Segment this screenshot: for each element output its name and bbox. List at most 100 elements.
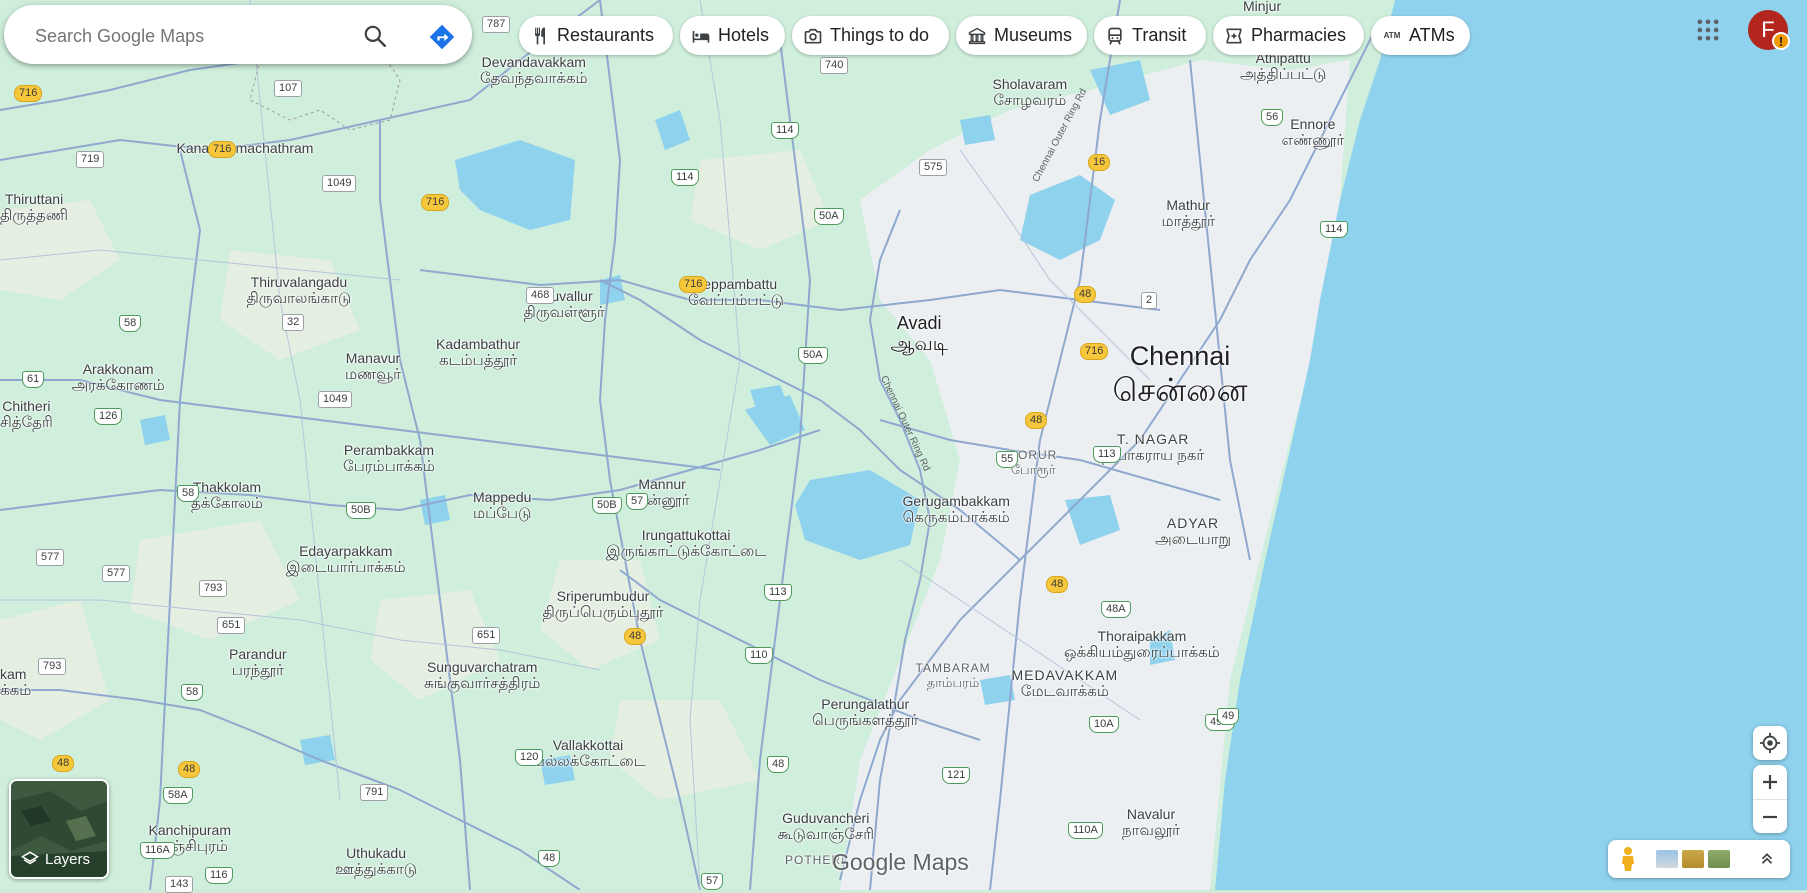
place-label: kam க்கம் [0,666,32,700]
route-shield: 113 [764,584,792,601]
chip-transit[interactable]: Transit [1094,16,1206,55]
route-shield: 575 [919,159,948,176]
pegman-icon[interactable] [1618,846,1638,877]
route-shield: 793 [199,580,228,597]
route-shield: 48A [1101,601,1131,618]
place-label: Mappedu மப்பேடு [473,489,532,523]
search-icon[interactable] [362,23,388,49]
terrain-thumbnail[interactable] [1656,850,1678,868]
route-shield: 2 [1141,292,1158,309]
place-label: Guduvancheri கூடுவாஞ்சேரி [777,810,875,844]
chip-museums[interactable]: Museums [956,16,1087,55]
zoom-in-button[interactable] [1753,765,1787,799]
account-alert-badge: ! [1772,32,1790,50]
route-shield: 58 [119,315,142,332]
place-label: Uthukadu ஊத்துக்காடு [335,845,418,879]
layers-button[interactable]: Layers [9,779,109,879]
route-shield: 114 [1320,221,1348,238]
crosshair-icon [1759,732,1781,754]
chip-pharmacies[interactable]: Pharmacies [1213,16,1364,55]
place-label: Parandur பரந்தூர் [229,646,287,680]
minus-icon [1763,815,1777,818]
place-label: Perungalathur பெருங்களத்தூர் [812,696,919,730]
chip-label: Restaurants [557,25,655,45]
place-label: Edayarpakkam இடையார்பாக்கம் [286,543,406,577]
satellite-mini-thumbnail[interactable] [1708,850,1730,868]
plus-icon [1763,775,1777,789]
fork-knife-icon [529,25,551,47]
place-label: TAMBARAM தாம்பரம் [915,661,991,690]
route-shield: 114 [771,122,799,139]
place-label: Thakkolam தக்கோலம் [191,479,263,513]
zoom-out-button[interactable] [1753,799,1787,833]
chip-label: Museums [994,25,1073,45]
route-shield: 56 [1261,109,1284,126]
route-shield: 716 [208,141,237,158]
map-canvas[interactable] [0,0,1807,890]
route-shield: 110A [1068,822,1103,839]
layers-icon [21,851,39,865]
place-label: Kanakammachathram [176,140,314,156]
route-shield: 16 [1088,154,1111,171]
route-shield: 1049 [322,175,357,192]
chip-atms[interactable]: ATM ATMs [1371,16,1470,55]
layers-label-row: Layers [21,850,90,868]
route-shield: 58 [177,485,200,502]
place-label: Arakkonam அரக்கோணம் [71,361,165,395]
zoom-control [1753,765,1787,833]
route-shield: 116 [205,867,233,884]
pharmacy-icon [1223,25,1245,47]
museum-icon [966,25,988,47]
route-shield: 48 [1046,576,1069,593]
route-shield: 49 [1217,708,1240,725]
route-shield: 50A [798,347,828,364]
route-shield: 577 [102,565,131,582]
place-label: Kadambathur கடம்பத்தூர் [436,336,521,370]
route-shield: 55 [996,451,1019,468]
route-shield: 61 [22,371,45,388]
route-shield: 787 [482,16,511,33]
place-label: Navalur நாவலூர் [1122,806,1181,840]
chip-label: Hotels [718,25,770,45]
chip-hotels[interactable]: Hotels [680,16,785,55]
layers-label: Layers [45,850,91,868]
route-shield: 48 [767,756,790,773]
route-shield: 48 [538,850,561,867]
expand-up-icon[interactable] [1758,849,1776,872]
route-shield: 48 [178,761,201,778]
place-label: Perambakkam பேரம்பாக்கம் [343,442,435,476]
route-shield: 740 [820,57,849,74]
route-shield: 126 [94,408,123,425]
route-shield: 10A [1089,716,1119,733]
traffic-thumbnail[interactable] [1682,850,1704,868]
place-label: Sholavaram சோழவரம் [992,76,1068,110]
route-shield: 57 [701,873,724,890]
route-shield: 32 [282,314,305,331]
route-shield: 793 [38,658,67,675]
google-maps-wordmark: Google Maps [832,849,969,875]
route-shield: 716 [679,276,708,293]
my-location-button[interactable] [1753,726,1787,760]
place-label: MEDAVAKKAM மேடவாக்கம் [1011,667,1119,701]
route-shield: 651 [217,617,246,634]
route-shield: 1049 [318,391,353,408]
search-input[interactable] [33,22,347,50]
directions-icon[interactable] [428,23,456,51]
route-shield: 110 [745,647,773,664]
route-shield: 716 [421,194,450,211]
route-shield: 120 [515,749,544,766]
route-shield: 48 [624,628,647,645]
apps-grid-icon[interactable] [1694,16,1722,44]
place-label: ADYAR அடையாறு [1155,515,1232,549]
place-label: Irungattukottai இருங்காட்டுக்கோட்டை [606,527,767,561]
place-label: Athipattu அத்திப்பட்டு [1240,50,1327,84]
place-label: Sriperumbudur திருப்பெரும்புதூர் [542,588,664,622]
chip-things-to-do[interactable]: Things to do [792,16,949,55]
chip-restaurants[interactable]: Restaurants [519,16,673,55]
search-box[interactable] [4,5,472,64]
place-label: Chitheri சித்தேரி [0,398,53,432]
place-label: Devandavakkam தேவந்தவாக்கம் [480,54,588,88]
route-shield: 651 [472,627,501,644]
route-shield: 577 [36,549,65,566]
chip-label: Transit [1132,25,1187,45]
